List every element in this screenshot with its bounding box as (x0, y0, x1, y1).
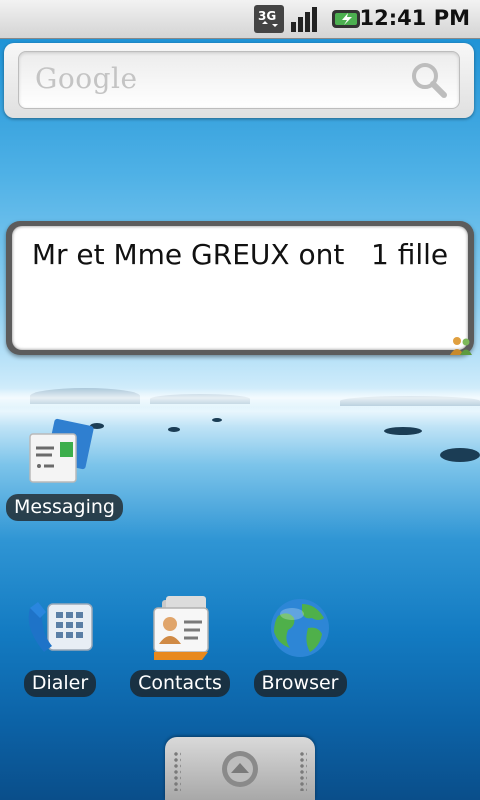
horizon-haze (0, 388, 480, 408)
app-contacts[interactable]: Contacts (130, 594, 230, 697)
app-browser[interactable]: Browser (250, 594, 350, 697)
app-label-contacts: Contacts (130, 670, 230, 697)
contacts-icon (153, 596, 209, 660)
drawer-grip (173, 751, 181, 791)
rock (212, 418, 222, 422)
app-label-dialer: Dialer (23, 670, 97, 697)
note-widget[interactable]: Mr et Mme GREUX ont 1 fille (6, 221, 474, 355)
signal-strength-icon (291, 7, 317, 32)
dialer-icon (28, 602, 93, 652)
rock (168, 427, 180, 432)
app-label-messaging: Messaging (6, 494, 123, 521)
browser-globe-icon (271, 599, 329, 657)
search-input[interactable]: Google (18, 51, 460, 109)
people-icon (450, 337, 472, 355)
drawer-grip (299, 751, 307, 791)
status-bar: 3G 12:41 PM (0, 0, 480, 39)
search-icon[interactable] (409, 60, 449, 100)
rock (384, 427, 422, 435)
app-label-browser: Browser (253, 670, 347, 697)
app-messaging[interactable]: Messaging (6, 418, 123, 521)
note-text: Mr et Mme GREUX ont 1 fille (31, 238, 449, 271)
arrow-up-icon[interactable] (220, 749, 260, 789)
note-card[interactable]: Mr et Mme GREUX ont 1 fille (12, 226, 468, 350)
google-logo: Google (35, 62, 138, 95)
svg-text:3G: 3G (258, 9, 276, 23)
rock (440, 448, 480, 462)
3g-data-icon: 3G (254, 5, 284, 33)
app-dialer[interactable]: Dialer (10, 594, 110, 697)
google-search-widget[interactable]: Google (4, 43, 474, 118)
status-clock: 12:41 PM (359, 6, 470, 30)
messaging-icon (29, 418, 94, 483)
app-drawer-handle[interactable] (165, 737, 315, 800)
